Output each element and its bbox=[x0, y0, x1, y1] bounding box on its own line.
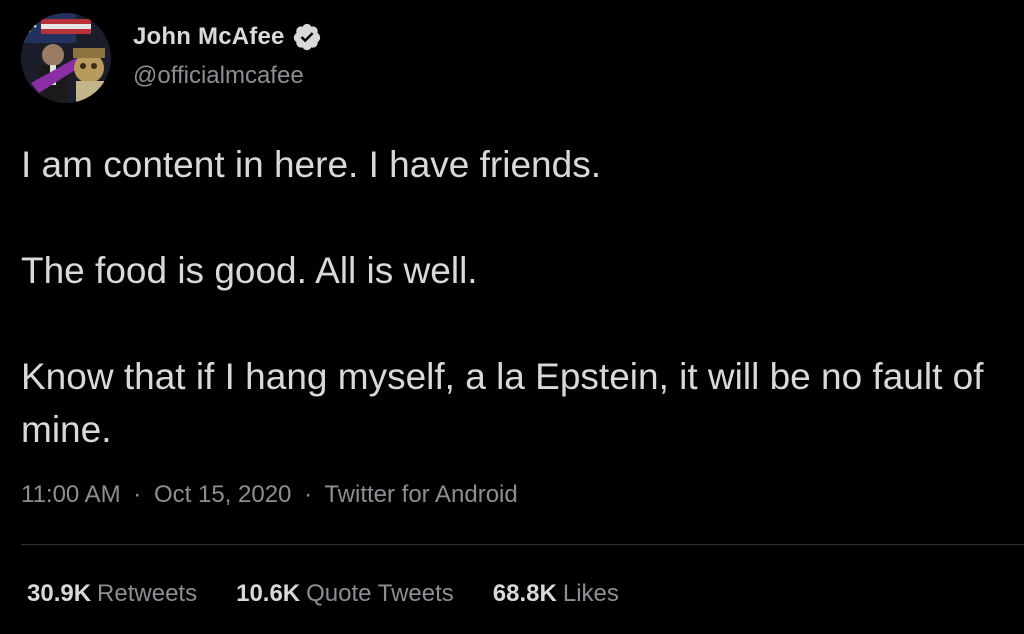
tweet-metadata: 11:00 AM · Oct 15, 2020 · Twitter for An… bbox=[21, 481, 518, 509]
meta-separator: · bbox=[133, 481, 142, 508]
tweet-card: John McAfee @officialmcafee I am content… bbox=[0, 0, 1024, 634]
avatar-image bbox=[21, 13, 111, 103]
retweets-count: 30.9K bbox=[27, 580, 92, 607]
engagement-stats: 30.9K Retweets 10.6K Quote Tweets 68.8K Lik… bbox=[27, 580, 658, 608]
divider bbox=[21, 544, 1024, 545]
author-name-row[interactable]: John McAfee bbox=[133, 22, 322, 52]
meta-separator: · bbox=[304, 481, 313, 508]
tweet-source[interactable]: Twitter for Android bbox=[324, 481, 517, 508]
likes-stat[interactable]: 68.8K Likes bbox=[493, 580, 619, 608]
tweet-date[interactable]: Oct 15, 2020 bbox=[154, 481, 291, 508]
tweet-time[interactable]: 11:00 AM bbox=[21, 481, 121, 508]
tweet-paragraph: Know that if I hang myself, a la Epstein… bbox=[21, 356, 984, 450]
avatar[interactable] bbox=[21, 13, 111, 103]
tweet-text: I am content in here. I have friends. Th… bbox=[21, 138, 1011, 456]
display-name[interactable]: John McAfee bbox=[133, 23, 285, 51]
quote-tweets-stat[interactable]: 10.6K Quote Tweets bbox=[236, 580, 454, 608]
tweet-paragraph: The food is good. All is well. bbox=[21, 250, 478, 291]
retweets-stat[interactable]: 30.9K Retweets bbox=[27, 580, 197, 608]
verified-badge-icon bbox=[292, 22, 322, 52]
tweet-paragraph: I am content in here. I have friends. bbox=[21, 144, 601, 185]
quote-tweets-label: Quote Tweets bbox=[306, 580, 454, 607]
likes-count: 68.8K bbox=[492, 580, 557, 607]
likes-label: Likes bbox=[562, 580, 619, 607]
quote-tweets-count: 10.6K bbox=[236, 580, 301, 607]
author-handle[interactable]: @officialmcafee bbox=[133, 62, 304, 90]
retweets-label: Retweets bbox=[97, 580, 198, 607]
